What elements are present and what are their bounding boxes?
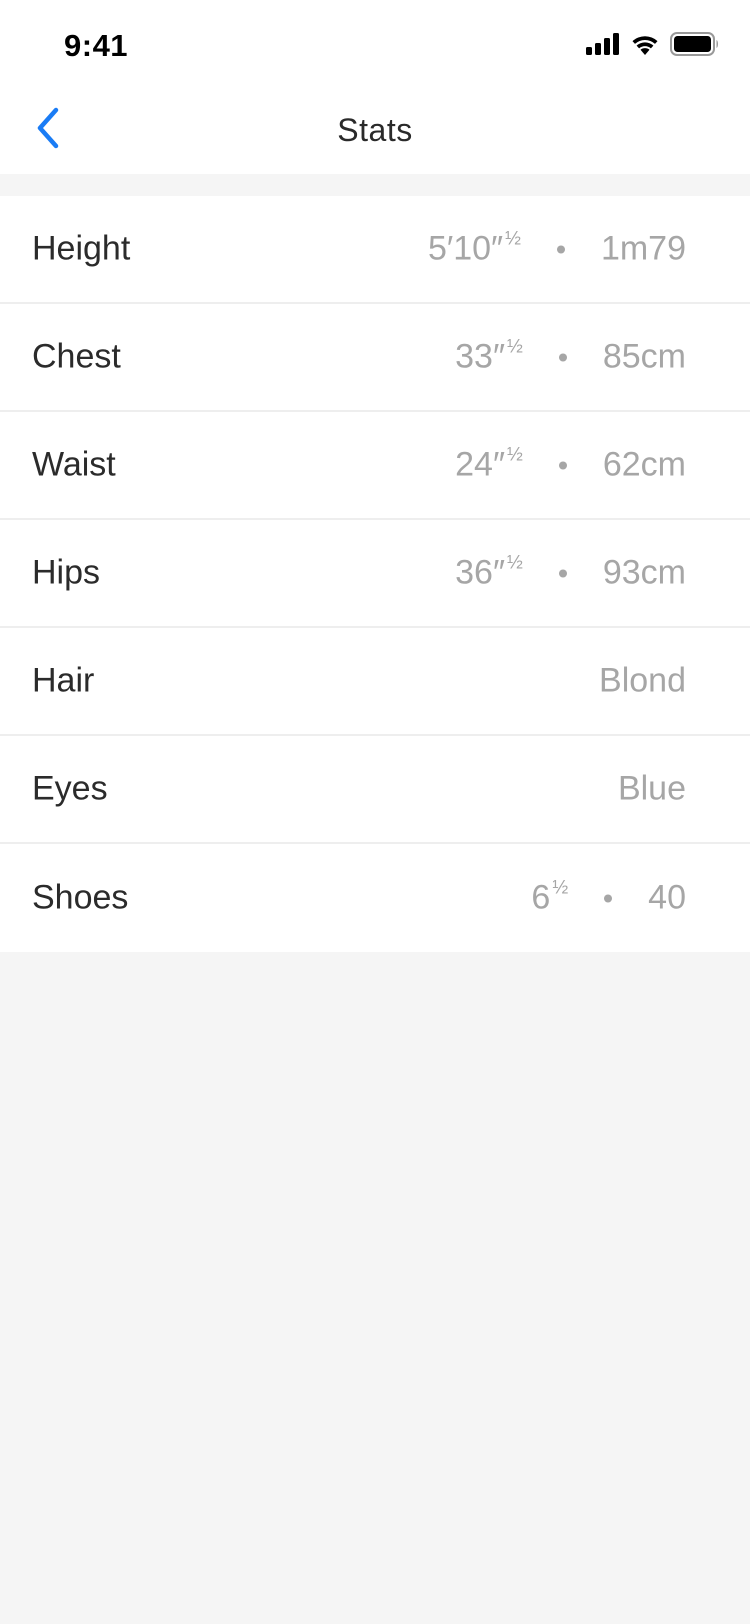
separator-dot [558, 569, 567, 577]
separator-dot [558, 353, 567, 361]
stat-value: Blue [618, 770, 686, 809]
imperial-value: 5′10″ [427, 229, 504, 268]
stat-value: Blond [599, 662, 686, 701]
page-title: Stats [337, 112, 413, 148]
imperial-fraction: ½ [507, 552, 523, 573]
stat-label: Hair [32, 661, 95, 700]
metric-value: 62cm [602, 445, 686, 484]
stat-row-hips: Hips 36″ ½ 93cm [0, 520, 750, 628]
imperial-value: 36″ [455, 553, 505, 592]
stat-row-chest: Chest 33″ ½ 85cm [0, 304, 750, 412]
imperial-value: 33″ [455, 337, 505, 376]
stat-value: 5′10″ ½ 1m79 [427, 228, 686, 269]
status-icons [586, 31, 720, 61]
stat-row-hair: Hair Blond [0, 628, 750, 736]
stats-list: Height 5′10″ ½ 1m79 Chest 33″ ½ 85cm Waist… [0, 196, 750, 952]
stat-value: 24″ ½ 62cm [455, 444, 686, 485]
stat-label: Shoes [32, 878, 129, 917]
battery-icon [670, 31, 720, 61]
stat-label: Waist [32, 445, 116, 484]
metric-value: 40 [648, 878, 686, 917]
stat-label: Chest [32, 337, 121, 376]
status-bar: 9:41 [0, 0, 750, 88]
stat-label: Hips [32, 553, 101, 592]
stat-value: 33″ ½ 85cm [455, 336, 686, 377]
stat-label: Height [32, 229, 131, 268]
separator-dot [556, 245, 565, 253]
stat-value: 6½ 40 [531, 877, 686, 918]
stat-label: Eyes [32, 769, 108, 808]
imperial-fraction: ½ [505, 228, 521, 249]
stat-row-eyes: Eyes Blue [0, 736, 750, 844]
metric-value: 93cm [602, 553, 686, 592]
nav-bar: Stats [0, 88, 750, 174]
stat-row-shoes: Shoes 6½ 40 [0, 844, 750, 952]
imperial-value: 6 [531, 878, 551, 917]
metric-value: 85cm [602, 337, 686, 376]
metric-value: 1m79 [600, 229, 686, 268]
text-value: Blond [599, 661, 686, 700]
imperial-fraction: ½ [507, 444, 523, 465]
imperial-fraction: ½ [552, 877, 569, 898]
imperial-fraction: ½ [507, 336, 523, 357]
stats-screen: 9:41 Stats Height 5′10″ ½ 1m79 Chest 33″… [0, 0, 750, 1624]
text-value: Blue [617, 769, 686, 808]
imperial-value: 24″ [455, 445, 505, 484]
wifi-icon [630, 33, 660, 60]
stat-row-waist: Waist 24″ ½ 62cm [0, 412, 750, 520]
status-time: 9:41 [64, 28, 129, 63]
stat-row-height: Height 5′10″ ½ 1m79 [0, 196, 750, 304]
signal-icon [586, 32, 620, 60]
separator-dot [558, 461, 567, 469]
separator-dot [604, 894, 613, 902]
stat-value: 36″ ½ 93cm [455, 552, 686, 593]
